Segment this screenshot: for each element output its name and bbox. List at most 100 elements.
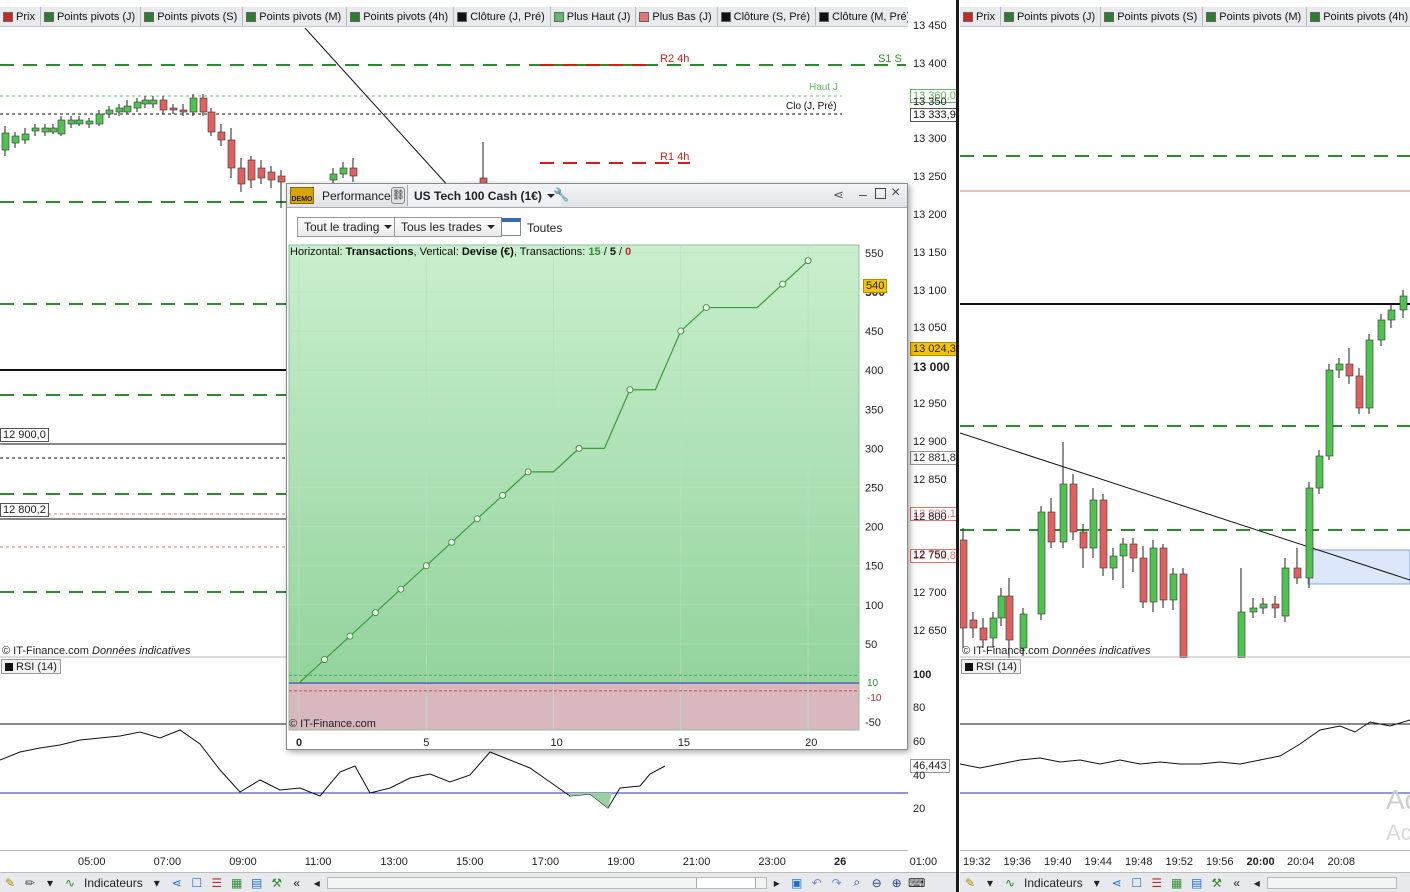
candle xyxy=(1005,595,1014,641)
minimize-icon[interactable]: – xyxy=(859,186,867,202)
candle xyxy=(1069,483,1078,533)
chevron-down-icon[interactable]: ▾ xyxy=(1087,874,1107,892)
indicators-button[interactable]: Indicateurs xyxy=(84,876,143,890)
redo-icon[interactable]: ↷ xyxy=(827,874,847,892)
tools-icon[interactable]: ⚒ xyxy=(1207,874,1227,892)
share-icon[interactable]: ⋖ xyxy=(1107,874,1127,892)
rewind-icon[interactable]: « xyxy=(1227,874,1247,892)
instrument-selector[interactable]: US Tech 100 Cash (1€) xyxy=(407,185,561,206)
clo-j-tag: 13 333,9 xyxy=(910,108,959,122)
series-tab[interactable]: Plus Haut (J) xyxy=(551,7,637,26)
horizontal-scrollbar[interactable] xyxy=(326,876,767,889)
series-tab[interactable]: Clôture (S, Pré) xyxy=(718,7,817,26)
candle xyxy=(1179,573,1188,658)
performance-title-bar[interactable]: DEMO Performance ⛓ US Tech 100 Cash (1€)… xyxy=(287,184,907,208)
keyboard-icon[interactable]: ⌨ xyxy=(907,874,927,892)
series-tab[interactable]: Points pivots (J) xyxy=(1001,7,1102,26)
series-tab[interactable]: Clôture (M, Pré) xyxy=(816,7,908,26)
series-tab-label: Points pivots (4h) xyxy=(1323,11,1409,23)
equity-point xyxy=(575,444,583,452)
upper-threshold-tag: 10 xyxy=(867,678,879,689)
scroll-left-icon[interactable]: ◂ xyxy=(307,874,327,892)
equity-curve-chart: 55050045040035030025020015010050-50 0510… xyxy=(288,244,885,749)
series-tab[interactable]: Points pivots (S) xyxy=(141,7,244,26)
zoom-out-icon[interactable]: ⊖ xyxy=(867,874,887,892)
color-swatch-icon xyxy=(1104,12,1115,22)
candle xyxy=(1315,455,1324,489)
performance-tab[interactable]: Performance xyxy=(322,189,391,203)
list-icon[interactable]: ☰ xyxy=(207,874,227,892)
link-icon[interactable]: ⛓ xyxy=(391,187,405,204)
series-tab[interactable]: Points pivots (4h) xyxy=(1307,7,1410,26)
candle xyxy=(1047,511,1056,543)
chat-icon[interactable]: ☐ xyxy=(1127,874,1147,892)
zoom-area-icon[interactable]: ⌕ xyxy=(847,874,867,892)
chart-divider[interactable] xyxy=(956,0,959,892)
table-icon[interactable]: ▦ xyxy=(227,874,247,892)
chart-icon[interactable]: ▤ xyxy=(1187,874,1207,892)
right-price-chart[interactable] xyxy=(960,28,1410,658)
y-tick-label: 200 xyxy=(865,522,883,534)
chevron-down-icon[interactable]: ▾ xyxy=(40,874,60,892)
series-tab[interactable]: Plus Bas (J) xyxy=(636,7,718,26)
maximize-icon[interactable] xyxy=(875,188,886,199)
time-label: 19:44 xyxy=(1084,856,1113,868)
time-label: 20:04 xyxy=(1287,856,1315,868)
candle xyxy=(997,595,1006,619)
draw-pencil-icon[interactable]: ✎ xyxy=(0,874,20,892)
series-tab-label: Points pivots (S) xyxy=(157,11,238,23)
chevron-down-icon[interactable]: ▾ xyxy=(980,874,1000,892)
list-icon[interactable]: ☰ xyxy=(1147,874,1167,892)
tools-icon[interactable]: ⚒ xyxy=(267,874,287,892)
calendar-icon[interactable]: ▣ xyxy=(787,874,807,892)
series-tab[interactable]: Points pivots (4h) xyxy=(347,7,455,26)
series-tab-label: Clôture (J, Pré) xyxy=(470,11,545,23)
calendar-icon[interactable] xyxy=(501,218,521,236)
series-tab[interactable]: Points pivots (J) xyxy=(41,7,142,26)
left-level-tag: 12 800,2 xyxy=(0,503,49,517)
zoom-in-icon[interactable]: ⊕ xyxy=(887,874,907,892)
series-tab-label: Points pivots (4h) xyxy=(363,11,449,23)
chat-icon[interactable]: ☐ xyxy=(187,874,207,892)
chart-icon[interactable]: ▤ xyxy=(247,874,267,892)
pencil-icon[interactable]: ✏ xyxy=(20,874,40,892)
y-tick-label: 12 750 xyxy=(913,549,947,562)
scroll-right-icon[interactable]: ▸ xyxy=(767,874,787,892)
candle xyxy=(49,127,58,133)
rewind-icon[interactable]: « xyxy=(287,874,307,892)
chevron-down-icon[interactable]: ▾ xyxy=(147,874,167,892)
candle xyxy=(237,167,246,185)
y-tick-label: 300 xyxy=(865,443,883,455)
scroll-left-icon[interactable]: ◂ xyxy=(1247,874,1267,892)
candle xyxy=(207,111,216,133)
series-tab[interactable]: Points pivots (M) xyxy=(243,7,348,26)
series-tab[interactable]: Clôture (J, Pré) xyxy=(454,7,551,26)
candle xyxy=(1109,555,1118,569)
draw-pencil-icon[interactable]: ✎ xyxy=(960,874,980,892)
share-icon[interactable]: ⋖ xyxy=(833,187,844,203)
candle xyxy=(1259,603,1268,609)
table-icon[interactable]: ▦ xyxy=(1167,874,1187,892)
trades-filter-select[interactable]: Tous les trades xyxy=(394,217,502,237)
candle xyxy=(115,107,124,113)
horizontal-scrollbar[interactable] xyxy=(1266,876,1397,889)
performance-window[interactable]: DEMO Performance ⛓ US Tech 100 Cash (1€)… xyxy=(286,183,908,750)
clo-j-label: Clo (J, Pré) xyxy=(786,101,837,112)
color-swatch-icon xyxy=(3,12,13,22)
period-label[interactable]: Toutes xyxy=(527,221,562,235)
series-tab[interactable]: Points pivots (M) xyxy=(1203,7,1308,26)
candle xyxy=(1355,375,1364,409)
y-tick-label: 12 850 xyxy=(913,473,947,486)
trading-filter-select[interactable]: Tout le trading xyxy=(297,217,400,237)
series-tab[interactable]: Prix xyxy=(0,7,41,26)
x-tick-label: 5 xyxy=(423,737,429,749)
series-tab[interactable]: Prix xyxy=(960,7,1001,26)
candle xyxy=(1387,309,1396,321)
indicators-button[interactable]: Indicateurs xyxy=(1024,876,1083,890)
series-tab[interactable]: Points pivots (S) xyxy=(1101,7,1204,26)
wrench-icon[interactable]: 🔧 xyxy=(553,187,569,203)
share-icon[interactable]: ⋖ xyxy=(167,874,187,892)
close-icon[interactable]: × xyxy=(891,184,900,202)
candle xyxy=(257,167,266,179)
undo-icon[interactable]: ↶ xyxy=(807,874,827,892)
